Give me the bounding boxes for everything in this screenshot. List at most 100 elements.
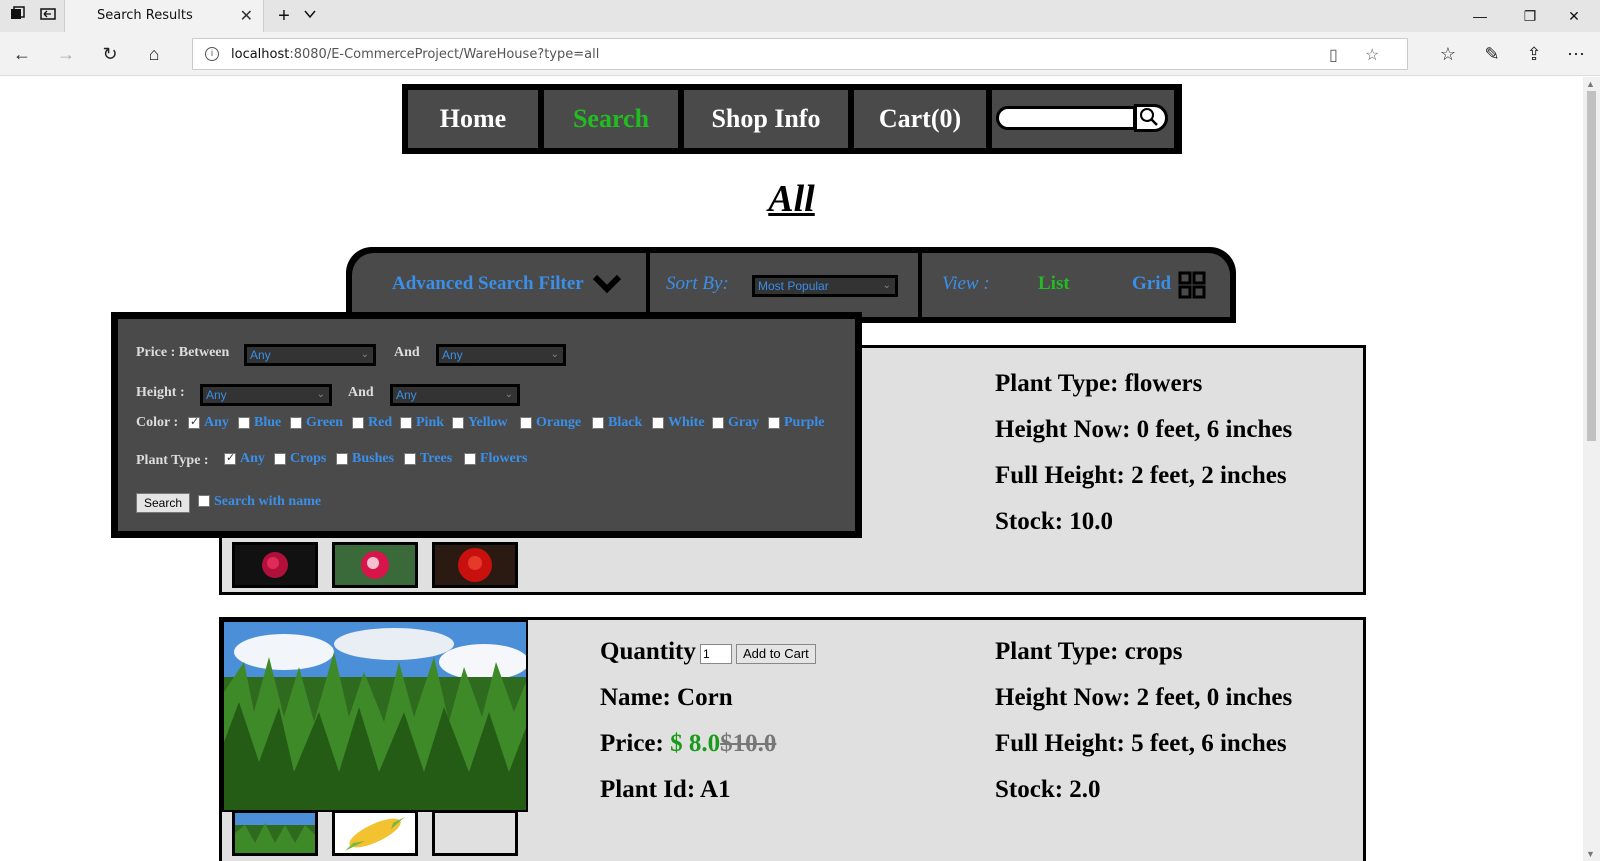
height-now: Height Now: 0 feet, 6 inches xyxy=(995,416,1293,443)
color-checkbox-green[interactable] xyxy=(290,417,302,429)
close-tab-icon[interactable]: ✕ xyxy=(240,6,253,26)
chevron-down-icon: ⌄ xyxy=(550,349,559,360)
search-input[interactable] xyxy=(996,106,1136,130)
color-checkbox-purple[interactable] xyxy=(768,417,780,429)
scrollbar-thumb[interactable] xyxy=(1587,91,1596,441)
chevron-down-icon[interactable] xyxy=(300,6,320,26)
refresh-icon[interactable]: ↻ xyxy=(98,42,122,66)
quantity-label: Quantity xyxy=(600,638,696,665)
browser-tab[interactable]: Search Results ✕ xyxy=(64,0,264,32)
advanced-search-button[interactable]: Search xyxy=(136,493,190,513)
color-checkbox-blue[interactable] xyxy=(238,417,250,429)
search-with-name-label: Search with name xyxy=(214,494,322,509)
list-view-button[interactable]: List xyxy=(1038,273,1070,295)
quantity-input[interactable]: 1 xyxy=(700,644,732,664)
color-checkbox-any[interactable] xyxy=(188,415,200,429)
height-from-select[interactable]: Any ⌄ xyxy=(200,384,332,406)
product-thumbnail[interactable] xyxy=(432,542,518,588)
reading-view-icon[interactable]: ▯ xyxy=(1329,45,1338,65)
advanced-search-filter-toggle[interactable]: Advanced Search Filter xyxy=(392,273,584,295)
sort-by-select[interactable]: Most Popular ⌄ xyxy=(752,275,898,297)
height-to-select[interactable]: Any ⌄ xyxy=(390,384,520,406)
color-checkbox-gray[interactable] xyxy=(712,417,724,429)
minimize-icon[interactable]: — xyxy=(1458,4,1502,28)
scroll-down-icon[interactable]: ▼ xyxy=(1586,849,1595,859)
info-icon[interactable]: i xyxy=(205,47,219,61)
price-label: Price: xyxy=(600,730,664,757)
plant-type-option-label: Any xyxy=(240,451,265,466)
chevron-down-icon[interactable] xyxy=(592,271,622,295)
forward-arrow-icon[interactable]: → xyxy=(54,42,78,66)
color-checkbox-yellow[interactable] xyxy=(452,417,464,429)
plant-type-checkbox-flowers[interactable] xyxy=(464,453,476,465)
plant-type-checkbox-any[interactable] xyxy=(224,451,236,465)
color-option-label: Purple xyxy=(784,415,825,430)
scroll-up-icon[interactable]: ▲ xyxy=(1586,79,1595,89)
product-name: Name: Corn xyxy=(600,684,733,711)
stock: Stock: 10.0 xyxy=(995,508,1114,535)
page-scrollbar[interactable]: ▲ ▼ xyxy=(1583,77,1600,861)
color-checkbox-pink[interactable] xyxy=(400,417,412,429)
price-to-select[interactable]: Any ⌄ xyxy=(436,344,566,366)
more-menu-icon[interactable]: ⋯ xyxy=(1564,42,1588,66)
favorites-list-icon[interactable]: ☆ xyxy=(1436,42,1460,66)
plant-type-checkbox-bushes[interactable] xyxy=(336,453,348,465)
product-thumbnail[interactable] xyxy=(332,810,418,856)
browser-tab-bar: Search Results ✕ + — ❐ ✕ xyxy=(0,0,1600,32)
plant-type-label: Plant Type : xyxy=(136,453,209,468)
full-height: Full Height: 5 feet, 6 inches xyxy=(995,730,1287,757)
nav-shop-info[interactable]: Shop Info xyxy=(684,90,848,148)
color-checkbox-orange[interactable] xyxy=(520,417,532,429)
and-label: And xyxy=(348,385,374,400)
plant-type-option-label: Flowers xyxy=(480,451,528,466)
and-label: And xyxy=(394,345,420,360)
close-window-icon[interactable]: ✕ xyxy=(1552,4,1596,28)
pen-notes-icon[interactable]: ✎ xyxy=(1480,42,1504,66)
tab-actions-icon[interactable] xyxy=(8,6,28,26)
search-icon[interactable] xyxy=(1134,104,1168,132)
full-height: Full Height: 2 feet, 2 inches xyxy=(995,462,1287,489)
plant-type-checkbox-crops[interactable] xyxy=(274,453,286,465)
advanced-search-panel: Price : Between Any ⌄ And Any ⌄ Height :… xyxy=(111,312,862,538)
plant-type-checkbox-trees[interactable] xyxy=(404,453,416,465)
price-label: Price : Between xyxy=(136,345,230,360)
product-image-corn[interactable] xyxy=(222,620,528,812)
restore-icon[interactable]: ❐ xyxy=(1508,4,1552,28)
new-tab-icon[interactable]: + xyxy=(274,6,294,26)
product-thumbnail[interactable] xyxy=(232,810,318,856)
color-checkbox-black[interactable] xyxy=(592,417,604,429)
color-option-label: Any xyxy=(204,415,229,430)
color-label: Color : xyxy=(136,415,179,430)
nav-home[interactable]: Home xyxy=(408,90,538,148)
height-from-value: Any xyxy=(206,388,227,402)
price-from-value: Any xyxy=(250,348,271,362)
product-thumbnail[interactable] xyxy=(232,542,318,588)
color-option-label: White xyxy=(668,415,705,430)
search-with-name-checkbox[interactable] xyxy=(198,495,210,507)
height-to-value: Any xyxy=(396,388,417,402)
nav-cart[interactable]: Cart(0) xyxy=(854,90,986,148)
height-label: Height : xyxy=(136,385,185,400)
color-checkbox-red[interactable] xyxy=(352,417,364,429)
product-thumbnail[interactable] xyxy=(432,810,518,856)
price-from-select[interactable]: Any ⌄ xyxy=(244,344,376,366)
divider xyxy=(646,253,650,317)
product-thumbnail[interactable] xyxy=(332,542,418,588)
tab-aside-icon[interactable] xyxy=(38,6,58,26)
nav-search[interactable]: Search xyxy=(544,90,678,148)
color-checkbox-white[interactable] xyxy=(652,417,664,429)
share-icon[interactable]: ⇪ xyxy=(1522,42,1546,66)
height-now: Height Now: 2 feet, 0 inches xyxy=(995,684,1293,711)
grid-icon[interactable] xyxy=(1178,271,1206,299)
grid-view-button[interactable]: Grid xyxy=(1132,273,1171,295)
home-icon[interactable]: ⌂ xyxy=(142,42,166,66)
back-arrow-icon[interactable]: ← xyxy=(10,42,34,66)
add-to-cart-button[interactable]: Add to Cart xyxy=(736,644,816,664)
plant-type-option-label: Trees xyxy=(420,451,453,466)
url-field[interactable]: i localhost:8080/E-CommerceProject/WareH… xyxy=(192,38,1408,70)
product-card: Quantity 1 Add to Cart Name: Corn Price:… xyxy=(219,617,1366,861)
favorite-star-icon[interactable]: ☆ xyxy=(1365,45,1379,65)
product-price: Price: $ 8.0$10.0 xyxy=(600,730,776,758)
plant-type: Plant Type: crops xyxy=(995,638,1183,665)
url-text: localhost:8080/E-CommerceProject/WareHou… xyxy=(231,47,600,62)
